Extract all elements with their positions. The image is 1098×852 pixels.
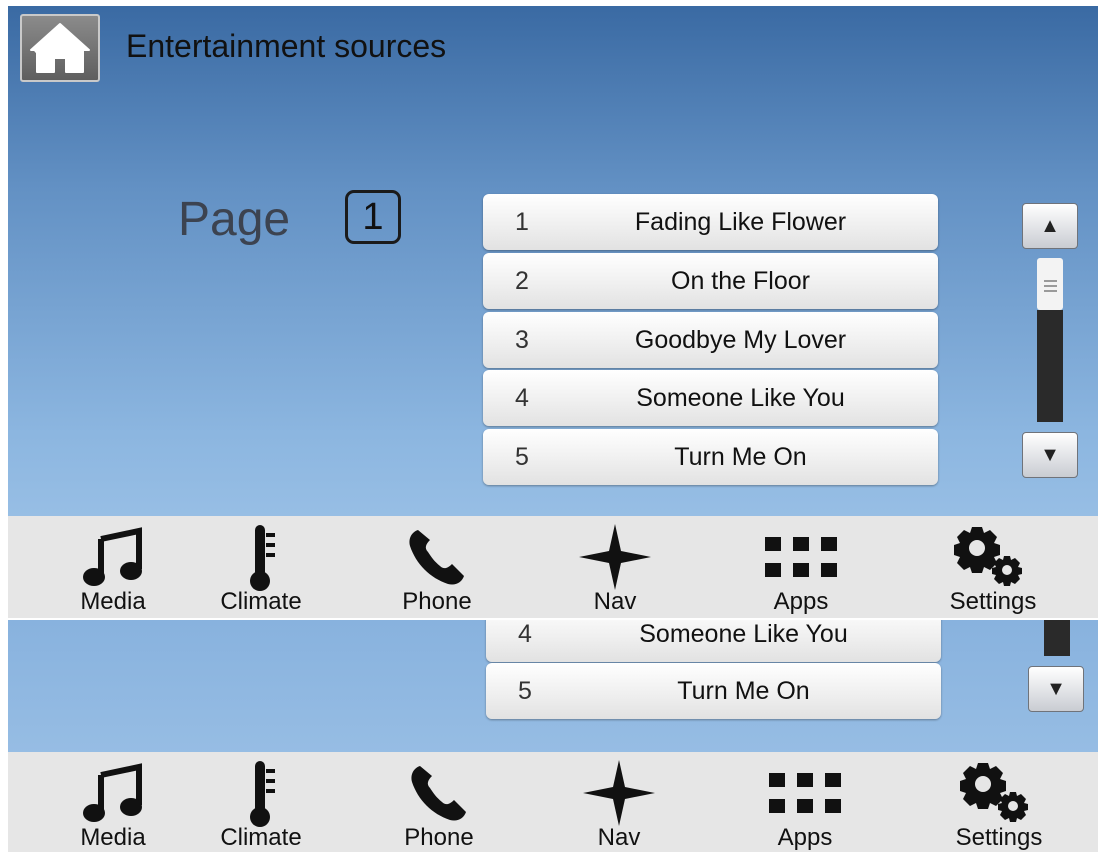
page-title: Entertainment sources bbox=[126, 28, 447, 64]
home-icon bbox=[30, 23, 90, 73]
song-title: Goodbye My Lover bbox=[634, 326, 847, 354]
song-title: Turn Me On bbox=[677, 677, 810, 705]
song-title: Someone Like You bbox=[636, 384, 845, 412]
compass-star-icon bbox=[574, 756, 664, 830]
music-note-icon bbox=[68, 756, 158, 830]
song-item[interactable]: 4 Someone Like You bbox=[486, 620, 941, 662]
scroll-down-button[interactable]: ▼ bbox=[1028, 666, 1084, 712]
scrollbar-track[interactable] bbox=[1037, 310, 1063, 422]
nav-label-media: Media bbox=[80, 588, 146, 615]
apps-grid-icon bbox=[760, 756, 850, 830]
song-item[interactable]: 4 Someone Like You bbox=[483, 370, 938, 426]
nav-label-settings: Settings bbox=[949, 588, 1037, 615]
song-title: Fading Like Flower bbox=[634, 208, 847, 236]
page-number-box[interactable]: 1 bbox=[345, 190, 401, 244]
entertainment-panel-scrolled: 4 Someone Like You 5 Turn Me On ▼ Media … bbox=[8, 620, 1098, 852]
nav-label-phone: Phone bbox=[404, 824, 474, 851]
scrollbar-thumb[interactable] bbox=[1037, 258, 1063, 310]
song-number: 5 bbox=[515, 443, 529, 471]
song-item[interactable]: 3 Goodbye My Lover bbox=[483, 312, 938, 368]
arrow-down-icon: ▼ bbox=[1040, 443, 1060, 466]
nav-label-climate: Climate bbox=[220, 588, 302, 615]
nav-label-nav: Nav bbox=[597, 824, 641, 851]
scroll-up-button[interactable]: ▲ bbox=[1022, 203, 1078, 249]
nav-label-apps: Apps bbox=[773, 588, 829, 615]
phone-icon bbox=[394, 756, 484, 830]
song-number: 2 bbox=[515, 267, 529, 295]
nav-label-settings: Settings bbox=[955, 824, 1043, 851]
page-label: Page bbox=[178, 193, 291, 246]
nav-label-media: Media bbox=[80, 824, 146, 851]
entertainment-panel: Entertainment sources Page 1 1 Fading Li… bbox=[8, 6, 1098, 618]
scroll-down-button[interactable]: ▼ bbox=[1022, 432, 1078, 478]
apps-grid-icon bbox=[756, 520, 846, 594]
song-item[interactable]: 2 On the Floor bbox=[483, 253, 938, 309]
home-button[interactable] bbox=[20, 14, 100, 82]
thermometer-icon bbox=[216, 520, 306, 594]
gears-icon bbox=[952, 756, 1042, 830]
compass-star-icon bbox=[570, 520, 660, 594]
song-title: On the Floor bbox=[671, 267, 810, 295]
nav-label-climate: Climate bbox=[220, 824, 302, 851]
song-number: 1 bbox=[515, 208, 529, 236]
nav-label-nav: Nav bbox=[593, 588, 637, 615]
arrow-down-icon: ▼ bbox=[1046, 677, 1066, 700]
gears-icon bbox=[946, 520, 1036, 594]
arrow-up-icon: ▲ bbox=[1040, 214, 1060, 237]
phone-icon bbox=[392, 520, 482, 594]
song-item[interactable]: 5 Turn Me On bbox=[486, 663, 941, 719]
scrollbar-track[interactable] bbox=[1044, 620, 1070, 656]
song-title: Someone Like You bbox=[639, 620, 848, 648]
song-number: 4 bbox=[518, 620, 532, 648]
bottom-nav-bar: Media Climate Phone Nav Apps Settings bbox=[8, 752, 1098, 852]
nav-label-apps: Apps bbox=[777, 824, 833, 851]
thermometer-icon bbox=[216, 756, 306, 830]
bottom-nav-bar: Media Climate Phone Nav Apps Settings bbox=[8, 516, 1098, 618]
song-item[interactable]: 1 Fading Like Flower bbox=[483, 194, 938, 250]
music-note-icon bbox=[68, 520, 158, 594]
song-title: Turn Me On bbox=[674, 443, 807, 471]
song-number: 5 bbox=[518, 677, 532, 705]
song-number: 3 bbox=[515, 326, 529, 354]
song-number: 4 bbox=[515, 384, 529, 412]
nav-label-phone: Phone bbox=[402, 588, 472, 615]
song-item[interactable]: 5 Turn Me On bbox=[483, 429, 938, 485]
